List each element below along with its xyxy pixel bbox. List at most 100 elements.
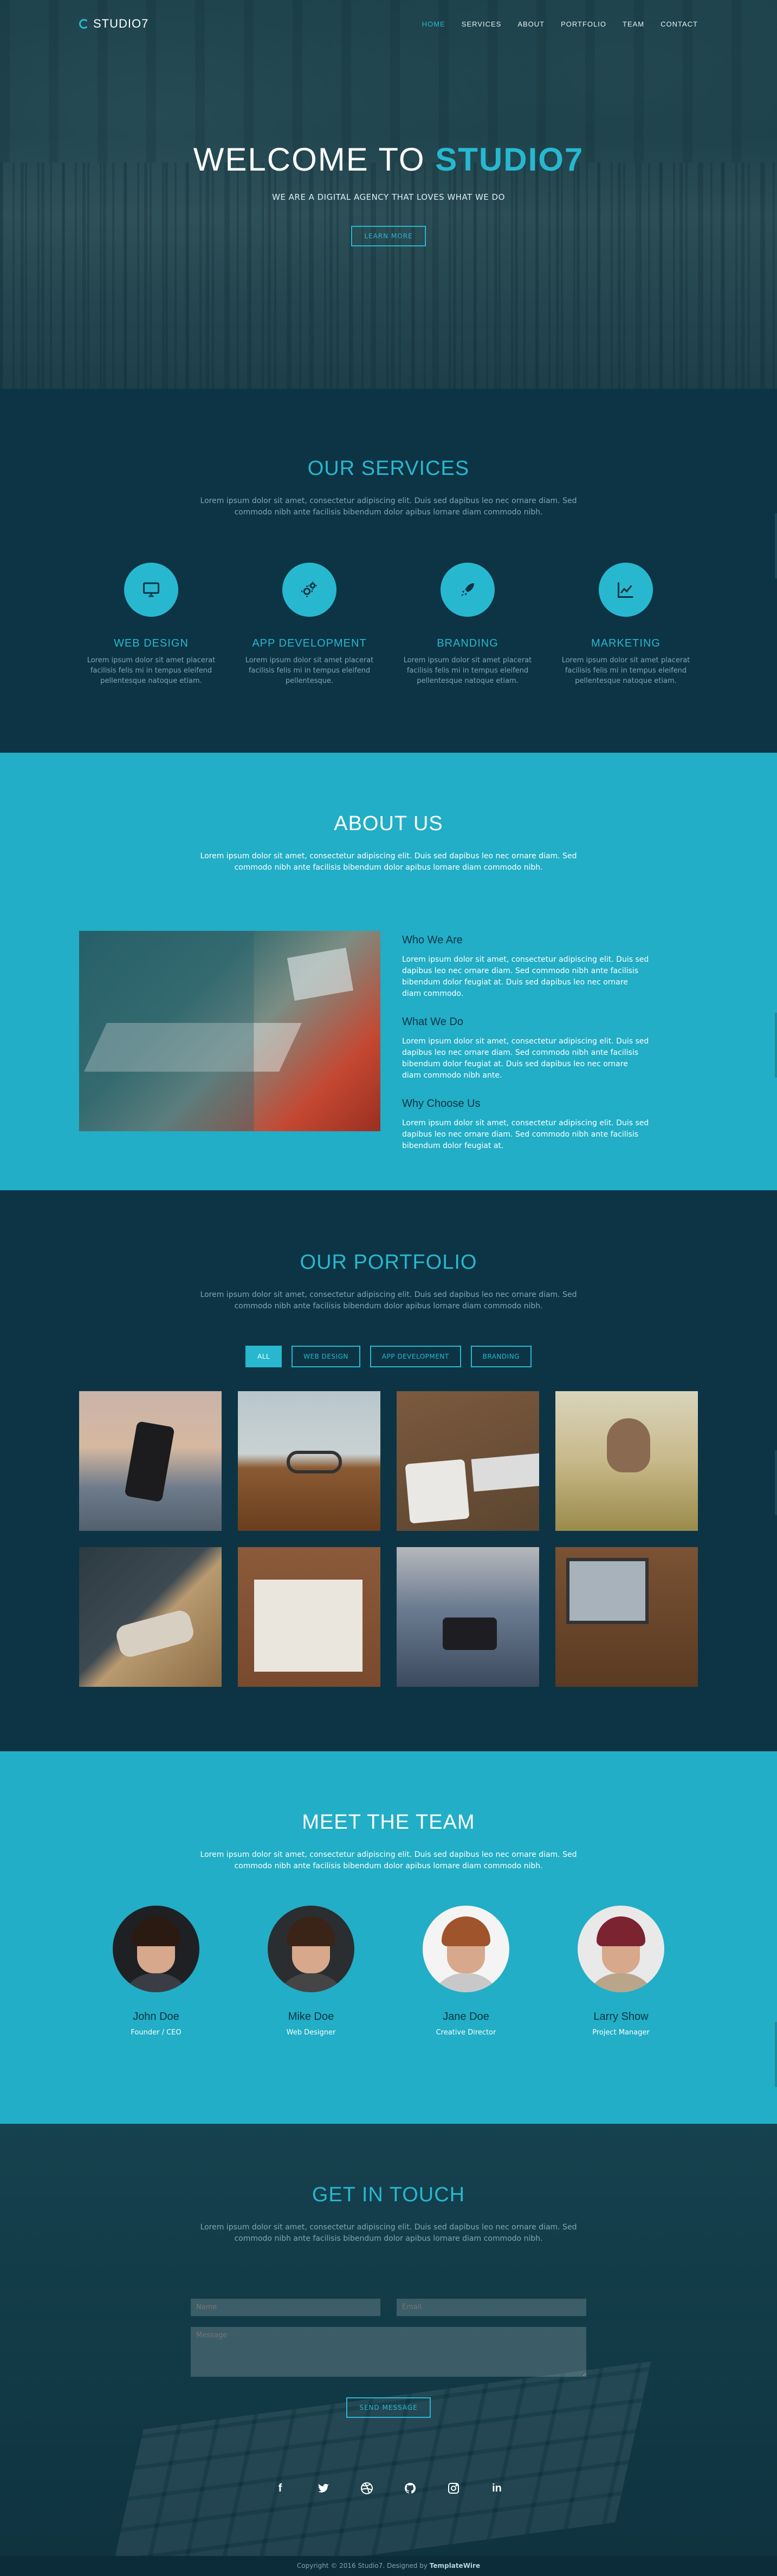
services-title: OUR SERVICES (307, 457, 470, 480)
services-section: OUR SERVICES Lorem ipsum dolor sit amet,… (0, 389, 777, 753)
social-links: f in (0, 2481, 777, 2496)
hero-section: STUDIO7 HOME SERVICES ABOUT PORTFOLIO TE… (0, 0, 777, 389)
contact-intro: Lorem ipsum dolor sit amet, consectetur … (200, 2223, 577, 2243)
member-role: Creative Director (436, 2029, 496, 2037)
twitter-icon[interactable] (316, 2481, 331, 2496)
nav-portfolio[interactable]: PORTFOLIO (561, 20, 606, 28)
service-text: Lorem ipsum dolor sit amet placerat faci… (561, 656, 690, 685)
team-member: Jane Doe Creative Director (388, 1906, 543, 2037)
contact-title: GET IN TOUCH (312, 2183, 465, 2206)
gears-icon (301, 582, 317, 597)
hero-title: WELCOME TO STUDIO7 (0, 141, 777, 178)
filter-all[interactable]: ALL (245, 1346, 282, 1367)
avatar (578, 1906, 664, 1992)
nav-services[interactable]: SERVICES (462, 20, 502, 28)
logo-text: STUDIO7 (93, 17, 149, 30)
service-icon-circle (282, 563, 336, 617)
portfolio-item-phone[interactable] (79, 1391, 222, 1531)
filter-app-development[interactable]: APP DEVELOPMENT (370, 1346, 461, 1367)
hero-title-accent: STUDIO7 (435, 141, 584, 178)
about-text-what: Lorem ipsum dolor sit amet, consectetur … (402, 1037, 649, 1080)
nav-about[interactable]: ABOUT (517, 20, 545, 28)
photo-tint (79, 931, 380, 1131)
team-member: John Doe Founder / CEO (79, 1906, 234, 2037)
about-photo (79, 931, 380, 1131)
hero-subtitle: WE ARE A DIGITAL AGENCY THAT LOVES WHAT … (272, 192, 505, 202)
about-title: ABOUT US (334, 812, 443, 835)
member-role: Project Manager (592, 2029, 650, 2037)
portfolio-item-camera[interactable] (397, 1547, 539, 1687)
footer-designer-link[interactable]: TemplateWire (430, 2562, 480, 2570)
contact-form: SEND MESSAGE (191, 2299, 586, 2418)
nav-team[interactable]: TEAM (623, 20, 644, 28)
hero-content: WELCOME TO STUDIO7 WE ARE A DIGITAL AGEN… (0, 141, 777, 246)
avatar (113, 1906, 199, 1992)
github-icon[interactable] (403, 2481, 418, 2496)
portfolio-filters: ALL WEB DESIGN APP DEVELOPMENT BRANDING (0, 1346, 777, 1367)
portfolio-item-laptop[interactable] (555, 1547, 698, 1687)
service-icon-circle (441, 563, 495, 617)
service-marketing: MARKETING Lorem ipsum dolor sit amet pla… (547, 563, 705, 686)
logo[interactable]: STUDIO7 (79, 17, 148, 31)
member-name: Larry Show (593, 2011, 649, 2023)
about-text-why: Lorem ipsum dolor sit amet, consectetur … (402, 1119, 649, 1150)
services-intro: Lorem ipsum dolor sit amet, consectetur … (200, 497, 577, 517)
portfolio-item-typing[interactable] (79, 1547, 222, 1687)
service-title: BRANDING (437, 637, 498, 649)
service-branding: BRANDING Lorem ipsum dolor sit amet plac… (388, 563, 547, 686)
message-textarea[interactable] (191, 2327, 586, 2377)
facebook-icon[interactable]: f (273, 2481, 288, 2496)
linkedin-icon[interactable]: in (489, 2481, 504, 2496)
instagram-icon[interactable] (446, 2481, 461, 2496)
filter-branding[interactable]: BRANDING (470, 1346, 532, 1367)
team-member: Larry Show Project Manager (543, 1906, 698, 2037)
service-text: Lorem ipsum dolor sit amet placerat faci… (87, 656, 216, 685)
send-message-button[interactable]: SEND MESSAGE (346, 2397, 431, 2418)
hero-title-prefix: WELCOME TO (193, 141, 436, 178)
monitor-icon (143, 582, 159, 597)
member-name: Mike Doe (288, 2011, 334, 2023)
portfolio-grid (79, 1391, 777, 1687)
service-title: WEB DESIGN (114, 637, 189, 649)
service-title: APP DEVELOPMENT (252, 637, 367, 649)
side-scroll-marker (775, 513, 777, 578)
nav-contact[interactable]: CONTACT (661, 20, 698, 28)
learn-more-button[interactable]: LEARN MORE (351, 226, 426, 246)
footer: Copyright © 2016 Studio7. Designed by Te… (0, 2556, 777, 2576)
service-icon-circle (599, 563, 653, 617)
about-text-who: Lorem ipsum dolor sit amet, consectetur … (402, 955, 649, 998)
navbar: STUDIO7 HOME SERVICES ABOUT PORTFOLIO TE… (0, 0, 777, 48)
service-text: Lorem ipsum dolor sit amet placerat faci… (403, 656, 532, 685)
name-input[interactable] (191, 2299, 380, 2316)
portfolio-item-keyboard[interactable] (397, 1391, 539, 1531)
avatar (423, 1906, 509, 1992)
chart-icon (618, 582, 633, 598)
portfolio-section: OUR PORTFOLIO Lorem ipsum dolor sit amet… (0, 1190, 777, 1751)
nav-home[interactable]: HOME (422, 20, 445, 28)
side-scroll-marker (775, 1450, 777, 1515)
service-app-development: APP DEVELOPMENT Lorem ipsum dolor sit am… (230, 563, 388, 686)
team-member: Mike Doe Web Designer (234, 1906, 388, 2037)
services-list: WEB DESIGN Lorem ipsum dolor sit amet pl… (0, 563, 777, 686)
team-intro: Lorem ipsum dolor sit amet, consectetur … (200, 1850, 577, 1870)
logo-mark-icon (79, 19, 89, 29)
portfolio-item-portrait[interactable] (555, 1391, 698, 1531)
service-web-design: WEB DESIGN Lorem ipsum dolor sit amet pl… (72, 563, 230, 686)
team-title: MEET THE TEAM (302, 1811, 475, 1834)
email-input[interactable] (397, 2299, 586, 2316)
member-name: John Doe (133, 2011, 179, 2023)
member-name: Jane Doe (443, 2011, 489, 2023)
contact-form-row (191, 2299, 586, 2316)
portfolio-item-desk-items[interactable] (238, 1547, 380, 1687)
side-scroll-marker (775, 1013, 777, 1078)
about-heading-why: Why Choose Us (402, 1098, 481, 1110)
service-icon-circle (124, 563, 178, 617)
about-content: Who We Are Lorem ipsum dolor sit amet, c… (79, 931, 777, 1168)
member-role: Web Designer (286, 2029, 336, 2037)
service-title: MARKETING (591, 637, 661, 649)
portfolio-intro: Lorem ipsum dolor sit amet, consectetur … (200, 1290, 577, 1310)
filter-web-design[interactable]: WEB DESIGN (292, 1346, 360, 1367)
dribbble-icon[interactable] (359, 2481, 374, 2496)
portfolio-item-glasses[interactable] (238, 1391, 380, 1531)
about-heading-who: Who We Are (402, 934, 463, 946)
